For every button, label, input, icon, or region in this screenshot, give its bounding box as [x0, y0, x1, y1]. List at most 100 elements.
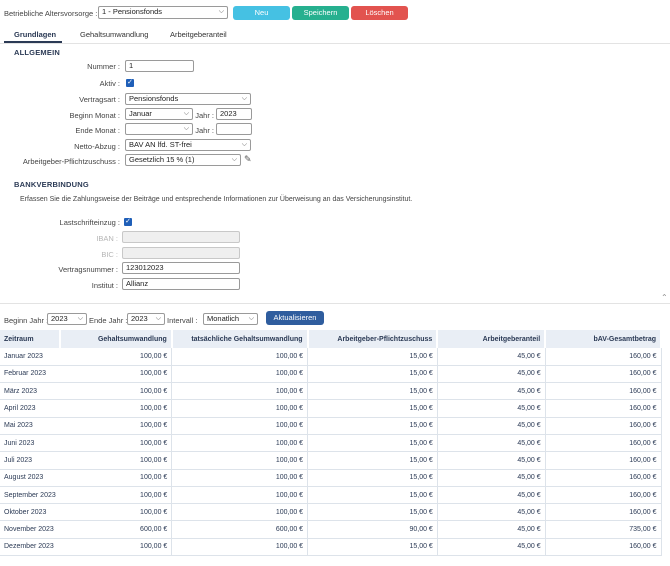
- cell-employer-subsidy: 15,00 €: [307, 486, 438, 505]
- cell-actual-salary-conversion: 100,00 €: [171, 399, 309, 418]
- tab-divider: [0, 43, 670, 44]
- cell-salary-conversion: 100,00 €: [59, 503, 173, 522]
- start-year-field[interactable]: 2023: [216, 108, 252, 120]
- cell-salary-conversion: 600,00 €: [59, 520, 173, 539]
- institute-field[interactable]: Allianz: [122, 278, 240, 290]
- table-row[interactable]: Februar 2023 100,00 €100,00 €15,00 €45,00…: [0, 365, 662, 384]
- cell-period: Februar 2023: [0, 365, 60, 384]
- chevron-down-icon: ⌵: [231, 156, 237, 163]
- filter-interval-select[interactable]: Monatlich ⌵: [203, 313, 258, 325]
- employer-subsidy-select[interactable]: Gesetzlich 15 % (1) ⌵: [125, 154, 241, 166]
- cell-salary-conversion: 100,00 €: [59, 417, 173, 435]
- start-month-value: Januar: [129, 109, 152, 118]
- table-row[interactable]: Dezember 2023 100,00 €100,00 €15,00 €45,0…: [0, 538, 662, 557]
- employer-subsidy-value: Gesetzlich 15 % (1): [129, 155, 195, 164]
- cell-employer-share: 45,00 €: [437, 417, 546, 435]
- cell-employer-subsidy: 15,00 €: [307, 417, 438, 435]
- direct-debit-checkbox[interactable]: ✓: [124, 218, 132, 226]
- delete-button[interactable]: Löschen: [351, 6, 408, 20]
- contributions-table: Zeitraum Gehaltsumwandlung tatsächliche …: [0, 330, 662, 557]
- column-header-period[interactable]: Zeitraum: [0, 330, 61, 348]
- contract-type-select[interactable]: Pensionsfonds ⌵: [125, 93, 251, 105]
- cell-period: Juli 2023: [0, 451, 60, 470]
- iban-field[interactable]: [122, 231, 240, 243]
- table-row[interactable]: Mai 2023 100,00 €100,00 €15,00 €45,00 €16…: [0, 417, 662, 435]
- cell-total: 160,00 €: [545, 365, 662, 384]
- cell-employer-subsidy: 15,00 €: [307, 348, 438, 366]
- tab-grundlagen[interactable]: Grundlagen: [14, 30, 56, 39]
- table-row[interactable]: September 2023 100,00 €100,00 €15,00 €45,…: [0, 486, 662, 505]
- number-field[interactable]: 1: [125, 60, 194, 72]
- cell-employer-subsidy: 15,00 €: [307, 538, 438, 557]
- chevron-down-icon: ⌵: [241, 141, 247, 148]
- cell-actual-salary-conversion: 100,00 €: [171, 538, 309, 557]
- cell-period: Mai 2023: [0, 417, 60, 435]
- cell-employer-share: 45,00 €: [437, 520, 546, 539]
- table-row[interactable]: Juni 2023 100,00 €100,00 €15,00 €45,00 €1…: [0, 434, 662, 453]
- chevron-down-icon: ⌵: [77, 315, 83, 322]
- table-row[interactable]: April 2023 100,00 €100,00 €15,00 €45,00 €…: [0, 399, 662, 418]
- filter-end-year-label: Ende Jahr :: [89, 316, 128, 325]
- filter-start-year-select[interactable]: 2023 ⌵: [47, 313, 87, 325]
- new-button[interactable]: Neu: [233, 6, 290, 20]
- cell-employer-share: 45,00 €: [437, 469, 546, 487]
- table-row[interactable]: Juli 2023 100,00 €100,00 €15,00 €45,00 €1…: [0, 451, 662, 470]
- number-label: Nummer :: [87, 62, 120, 71]
- bank-description: Erfassen Sie die Zahlungsweise der Beitr…: [20, 196, 413, 203]
- cell-period: Oktober 2023: [0, 503, 60, 522]
- cell-employer-share: 45,00 €: [437, 365, 546, 384]
- cell-total: 160,00 €: [545, 399, 662, 418]
- bic-field[interactable]: [122, 247, 240, 259]
- cell-period: November 2023: [0, 520, 60, 539]
- tab-gehaltsumwandlung[interactable]: Gehaltsumwandlung: [80, 30, 148, 39]
- cell-actual-salary-conversion: 100,00 €: [171, 486, 309, 505]
- column-header-total[interactable]: bAV-Gesamtbetrag: [545, 330, 662, 348]
- cell-actual-salary-conversion: 100,00 €: [171, 451, 309, 470]
- contract-number-field[interactable]: 123012023: [122, 262, 240, 274]
- start-month-select[interactable]: Januar ⌵: [125, 108, 193, 120]
- save-button[interactable]: Speichern: [292, 6, 349, 20]
- employer-subsidy-label: Arbeitgeber-Pflichtzuschuss :: [22, 157, 120, 166]
- institute-label: Institut :: [91, 281, 118, 290]
- cell-employer-share: 45,00 €: [437, 503, 546, 522]
- direct-debit-label: Lastschrifteinzug :: [59, 218, 120, 227]
- table-row[interactable]: Oktober 2023 100,00 €100,00 €15,00 €45,00…: [0, 503, 662, 522]
- net-deduction-select[interactable]: BAV AN lfd. ST-frei ⌵: [125, 139, 251, 151]
- cell-total: 160,00 €: [545, 417, 662, 435]
- cell-total: 160,00 €: [545, 469, 662, 487]
- cell-total: 160,00 €: [545, 451, 662, 470]
- active-checkbox[interactable]: ✓: [126, 79, 134, 87]
- chevron-down-icon: ⌵: [155, 315, 161, 322]
- filter-end-year-select[interactable]: 2023 ⌵: [127, 313, 165, 325]
- end-month-select[interactable]: ⌵: [125, 123, 193, 135]
- net-deduction-label: Netto-Abzug :: [74, 142, 120, 151]
- cell-period: August 2023: [0, 469, 60, 487]
- edit-pencil-icon[interactable]: ✎: [244, 154, 252, 165]
- column-header-salary-conversion[interactable]: Gehaltsumwandlung: [59, 330, 173, 348]
- column-header-actual-salary-conversion[interactable]: tatsächliche Gehaltsumwandlung: [171, 330, 309, 348]
- column-header-employer-subsidy[interactable]: Arbeitgeber-Pflichtzuschuss: [307, 330, 439, 348]
- cell-period: Januar 2023: [0, 348, 60, 366]
- table-row[interactable]: Januar 2023 100,00 €100,00 €15,00 €45,00 …: [0, 348, 662, 366]
- table-row[interactable]: März 2023 100,00 €100,00 €15,00 €45,00 €1…: [0, 382, 662, 401]
- chevron-up-icon[interactable]: ⌃: [661, 293, 668, 302]
- pension-select[interactable]: 1 - Pensionsfonds ⌵: [98, 6, 228, 19]
- contract-type-value: Pensionsfonds: [129, 94, 179, 103]
- cell-actual-salary-conversion: 100,00 €: [171, 382, 309, 401]
- pension-select-value: 1 - Pensionsfonds: [102, 7, 163, 16]
- end-month-label: Ende Monat :: [75, 126, 120, 135]
- end-year-field[interactable]: [216, 123, 252, 135]
- cell-salary-conversion: 100,00 €: [59, 348, 173, 366]
- cell-employer-subsidy: 15,00 €: [307, 399, 438, 418]
- cell-actual-salary-conversion: 100,00 €: [171, 417, 309, 435]
- cell-total: 160,00 €: [545, 503, 662, 522]
- column-header-employer-share[interactable]: Arbeitgeberanteil: [437, 330, 547, 348]
- table-row[interactable]: November 2023 600,00 €600,00 €90,00 €45,0…: [0, 520, 662, 539]
- chevron-down-icon: ⌵: [183, 110, 189, 117]
- refresh-button[interactable]: Aktualisieren: [266, 311, 324, 325]
- table-row[interactable]: August 2023 100,00 €100,00 €15,00 €45,00 …: [0, 469, 662, 487]
- cell-total: 160,00 €: [545, 348, 662, 366]
- filter-interval-value: Monatlich: [207, 314, 240, 323]
- tab-arbeitgeberanteil[interactable]: Arbeitgeberanteil: [170, 30, 227, 39]
- chevron-down-icon: ⌵: [218, 8, 224, 15]
